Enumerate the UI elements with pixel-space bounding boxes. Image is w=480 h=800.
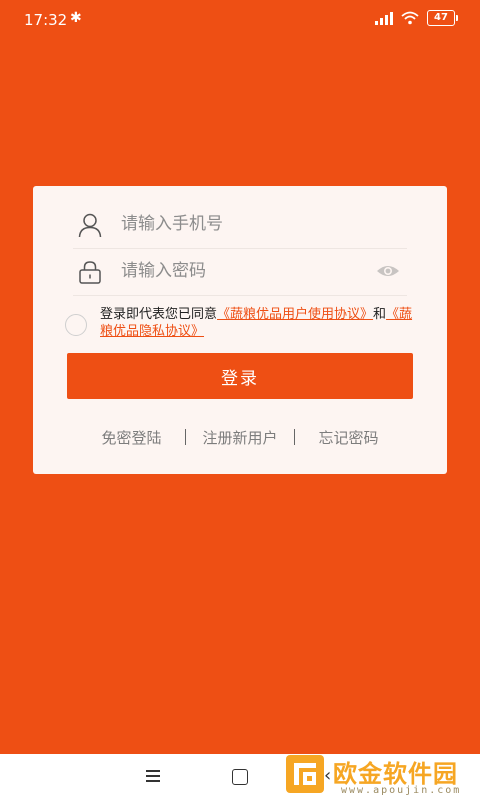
agreement-text: 登录即代表您已同意《蔬粮优品用户使用协议》和《蔬粮优品隐私协议》 (100, 306, 415, 340)
link-divider (293, 429, 295, 445)
menu-icon[interactable] (146, 770, 162, 782)
agreement-checkbox[interactable] (65, 314, 87, 336)
home-icon[interactable] (232, 769, 248, 785)
status-icons: 47 (375, 10, 458, 26)
signal-icon (375, 11, 393, 25)
passwordless-login-link[interactable]: 免密登陆 (101, 427, 161, 448)
eye-icon[interactable] (375, 262, 401, 280)
status-time: 17:32 (24, 11, 68, 29)
phone-field (73, 200, 407, 249)
battery-level: 47 (427, 10, 455, 26)
login-screen: 17:32 ✱ 47 请输入手机号 登录即代表您已同意《蔬粮优品用户使用协议》和… (0, 0, 480, 800)
register-link[interactable]: 注册新用户 (202, 427, 277, 448)
link-divider (185, 429, 187, 445)
login-card: 登录即代表您已同意《蔬粮优品用户使用协议》和《蔬粮优品隐私协议》 登录 免密登陆… (33, 186, 447, 474)
status-bar: 17:32 ✱ 47 (0, 0, 480, 40)
agreement-and: 和 (373, 307, 387, 322)
watermark-url: www.apoujin.com (341, 785, 462, 796)
forgot-password-link[interactable]: 忘记密码 (319, 427, 379, 448)
auth-links: 免密登陆 注册新用户 忘记密码 (33, 422, 447, 452)
battery-icon: 47 (427, 10, 458, 26)
login-button[interactable]: 登录 (67, 353, 413, 399)
agreement-row: 登录即代表您已同意《蔬粮优品用户使用协议》和《蔬粮优品隐私协议》 (65, 306, 415, 346)
agreement-prefix: 登录即代表您已同意 (100, 307, 218, 322)
phone-input[interactable] (121, 210, 351, 238)
lock-icon (79, 261, 101, 284)
watermark-logo (286, 755, 324, 793)
user-agreement-link[interactable]: 《蔬粮优品用户使用协议》 (217, 307, 373, 322)
password-input[interactable] (121, 257, 351, 285)
bluetooth-icon: ✱ (70, 10, 82, 26)
watermark-title: 欧金软件园 (333, 760, 458, 788)
wifi-icon (401, 11, 419, 25)
watermark: 欧金软件园 www.apoujin.com (283, 752, 480, 800)
password-field (73, 247, 407, 296)
user-icon (78, 213, 102, 238)
